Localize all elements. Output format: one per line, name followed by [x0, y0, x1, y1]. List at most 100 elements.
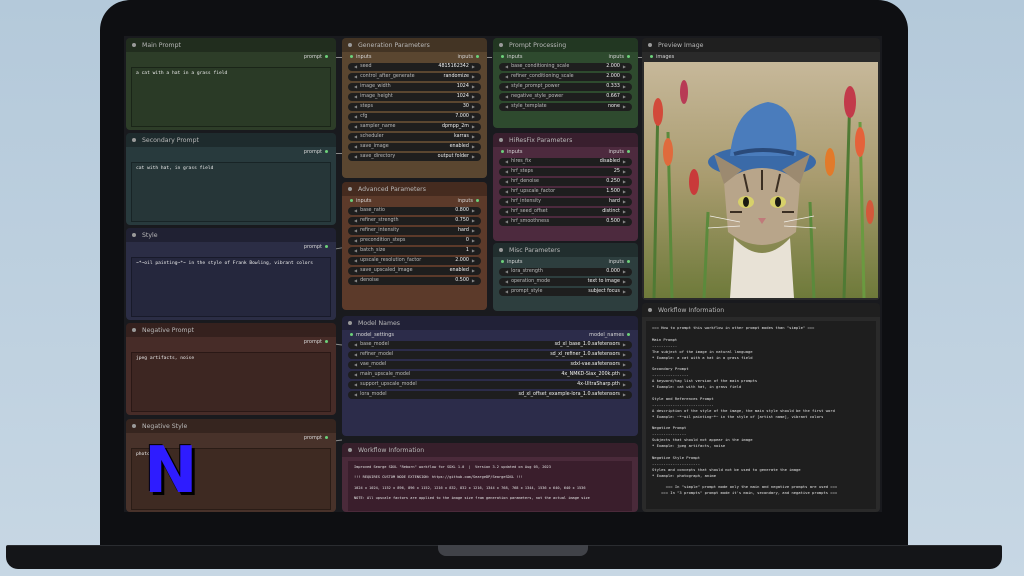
generation-parameters-node[interactable]: Generation Parameters inputs inputs seed 4…	[342, 38, 487, 178]
main-prompt-textarea[interactable]: a cat with a hat in a grass field	[131, 67, 331, 127]
secondary-prompt-textarea[interactable]: cat with hat, in grass field	[131, 162, 331, 222]
collapse-dot-icon[interactable]	[132, 43, 136, 47]
collapse-dot-icon[interactable]	[132, 328, 136, 332]
widget-save-image[interactable]: save_image enabled	[348, 142, 481, 151]
collapse-dot-icon[interactable]	[132, 424, 136, 428]
input-slot[interactable]: inputs	[347, 54, 371, 60]
output-pin-icon[interactable]	[476, 54, 479, 58]
output-pin-icon[interactable]	[325, 435, 328, 439]
widget-denoise[interactable]: denoise 0.500	[348, 276, 481, 285]
output-slot[interactable]: prompt	[304, 435, 331, 441]
widget-sampler-name[interactable]: sampler_name dpmpp_2m	[348, 122, 481, 131]
output-slot[interactable]: prompt	[304, 149, 331, 155]
output-slot[interactable]: inputs	[609, 149, 633, 155]
widget-vae-model[interactable]: vae_model sdxl-vae.safetensors	[348, 360, 632, 369]
widget-image-height[interactable]: image_height 1024	[348, 92, 481, 101]
widget-operation-mode[interactable]: operation_mode text to image	[499, 277, 632, 286]
collapse-dot-icon[interactable]	[648, 308, 652, 312]
collapse-dot-icon[interactable]	[348, 187, 352, 191]
widget-cfg[interactable]: cfg 7.000	[348, 112, 481, 121]
input-slot[interactable]: inputs	[498, 149, 522, 155]
input-pin-icon[interactable]	[650, 54, 653, 58]
widget-lora-strength[interactable]: lora_strength 0.000	[499, 267, 632, 276]
workflow-info-text[interactable]: === How to prompt this workflow in other…	[646, 321, 876, 509]
output-slot[interactable]: model_names	[589, 332, 633, 338]
widget-hrf-upscale-factor[interactable]: hrf_upscale_factor 1.500	[499, 187, 632, 196]
widget-hrf-smoothness[interactable]: hrf_smoothness 0.500	[499, 217, 632, 226]
output-pin-icon[interactable]	[627, 54, 630, 58]
widget-hrf-denoise[interactable]: hrf_denoise 0.250	[499, 177, 632, 186]
workflow-info-right-node[interactable]: Workflow Information === How to prompt t…	[642, 303, 880, 512]
output-pin-icon[interactable]	[325, 244, 328, 248]
collapse-dot-icon[interactable]	[348, 448, 352, 452]
widget-hrf-steps[interactable]: hrf_steps 25	[499, 167, 632, 176]
output-slot[interactable]: prompt	[304, 244, 331, 250]
widget-hrf-seed-offset[interactable]: hrf_seed_offset distinct	[499, 207, 632, 216]
collapse-dot-icon[interactable]	[132, 233, 136, 237]
workflow-info-text[interactable]: Improved Searge SDXL "Reborn" workflow f…	[348, 461, 632, 511]
widget-refiner-model[interactable]: refiner_model sd_xl_refiner_1.0.safetenso…	[348, 350, 632, 359]
workflow-info-center-node[interactable]: Workflow Information Improved Searge SDX…	[342, 443, 638, 512]
widget-refiner-intensity[interactable]: refiner_intensity hard	[348, 226, 481, 235]
widget-negative-style-power[interactable]: negative_style_power 0.667	[499, 92, 632, 101]
misc-parameters-node[interactable]: Misc Parameters inputs inputs lora_streng…	[493, 243, 638, 311]
output-slot[interactable]: inputs	[458, 54, 482, 60]
input-pin-icon[interactable]	[350, 54, 353, 58]
widget-refiner-conditioning-scale[interactable]: refiner_conditioning_scale 2.000	[499, 72, 632, 81]
output-pin-icon[interactable]	[476, 198, 479, 202]
widget-support-upscale-model[interactable]: support_upscale_model 4x-UltraSharp.pth	[348, 380, 632, 389]
output-pin-icon[interactable]	[325, 149, 328, 153]
widget-precondition-steps[interactable]: precondition_steps 0	[348, 236, 481, 245]
input-slot[interactable]: inputs	[498, 54, 522, 60]
widget-base-model[interactable]: base_model sd_xl_base_1.0.safetensors	[348, 340, 632, 349]
input-slot[interactable]: inputs	[498, 259, 522, 265]
output-pin-icon[interactable]	[325, 54, 328, 58]
widget-steps[interactable]: steps 30	[348, 102, 481, 111]
collapse-dot-icon[interactable]	[648, 43, 652, 47]
input-pin-icon[interactable]	[501, 149, 504, 153]
input-pin-icon[interactable]	[350, 198, 353, 202]
collapse-dot-icon[interactable]	[132, 138, 136, 142]
widget-batch-size[interactable]: batch_size 1	[348, 246, 481, 255]
input-pin-icon[interactable]	[501, 54, 504, 58]
widget-scheduler[interactable]: scheduler karras	[348, 132, 481, 141]
style-node[interactable]: Style prompt ~*~oil painting~*~ in the s…	[126, 228, 336, 320]
widget-image-width[interactable]: image_width 1024	[348, 82, 481, 91]
comfyui-canvas[interactable]: Main Prompt prompt a cat with a hat in a…	[124, 36, 882, 512]
input-slot[interactable]: model_settings	[347, 332, 394, 338]
negative-prompt-textarea[interactable]: jpeg artifacts, noise	[131, 352, 331, 412]
input-slot[interactable]: images	[647, 54, 674, 60]
widget-main-upscale-model[interactable]: main_upscale_model 4x_NMKD-Siax_200k.pth	[348, 370, 632, 379]
secondary-prompt-node[interactable]: Secondary Prompt prompt cat with hat, in…	[126, 133, 336, 225]
prompt-processing-node[interactable]: Prompt Processing inputs inputs base_cond…	[493, 38, 638, 128]
preview-image-node[interactable]: Preview Image images	[642, 38, 880, 300]
model-names-node[interactable]: Model Names model_settings model_names ba…	[342, 316, 638, 436]
advanced-parameters-node[interactable]: Advanced Parameters inputs inputs base_ra…	[342, 182, 487, 310]
input-slot[interactable]: inputs	[347, 198, 371, 204]
widget-lora-model[interactable]: lora_model sd_xl_offset_example-lora_1.0.…	[348, 390, 632, 399]
output-slot[interactable]: inputs	[609, 259, 633, 265]
widget-style-template[interactable]: style_template none	[499, 102, 632, 111]
output-pin-icon[interactable]	[627, 259, 630, 263]
widget-upscale-resolution-factor[interactable]: upscale_resolution_factor 2.000	[348, 256, 481, 265]
widget-hires-fix[interactable]: hires_fix disabled	[499, 157, 632, 166]
output-slot[interactable]: prompt	[304, 54, 331, 60]
widget-save-directory[interactable]: save_directory output folder	[348, 152, 481, 161]
widget-control-after-generate[interactable]: control_after_generate randomize	[348, 72, 481, 81]
widget-base-conditioning-scale[interactable]: base_conditioning_scale 2.000	[499, 62, 632, 71]
hiresfix-parameters-node[interactable]: HiResFix Parameters inputs inputs hires_f…	[493, 133, 638, 241]
preview-cat-painting[interactable]	[644, 62, 878, 298]
input-pin-icon[interactable]	[350, 332, 353, 336]
output-slot[interactable]: inputs	[609, 54, 633, 60]
collapse-dot-icon[interactable]	[499, 43, 503, 47]
widget-prompt-style[interactable]: prompt_style subject focus	[499, 287, 632, 296]
style-textarea[interactable]: ~*~oil painting~*~ in the style of Frank…	[131, 257, 331, 317]
widget-seed[interactable]: seed 4815162342	[348, 62, 481, 71]
output-slot[interactable]: prompt	[304, 339, 331, 345]
widget-hrf-intensity[interactable]: hrf_intensity hard	[499, 197, 632, 206]
collapse-dot-icon[interactable]	[499, 248, 503, 252]
output-pin-icon[interactable]	[325, 339, 328, 343]
widget-refiner-strength[interactable]: refiner_strength 0.750	[348, 216, 481, 225]
output-slot[interactable]: inputs	[458, 198, 482, 204]
widget-save-upscaled-image[interactable]: save_upscaled_image enabled	[348, 266, 481, 275]
